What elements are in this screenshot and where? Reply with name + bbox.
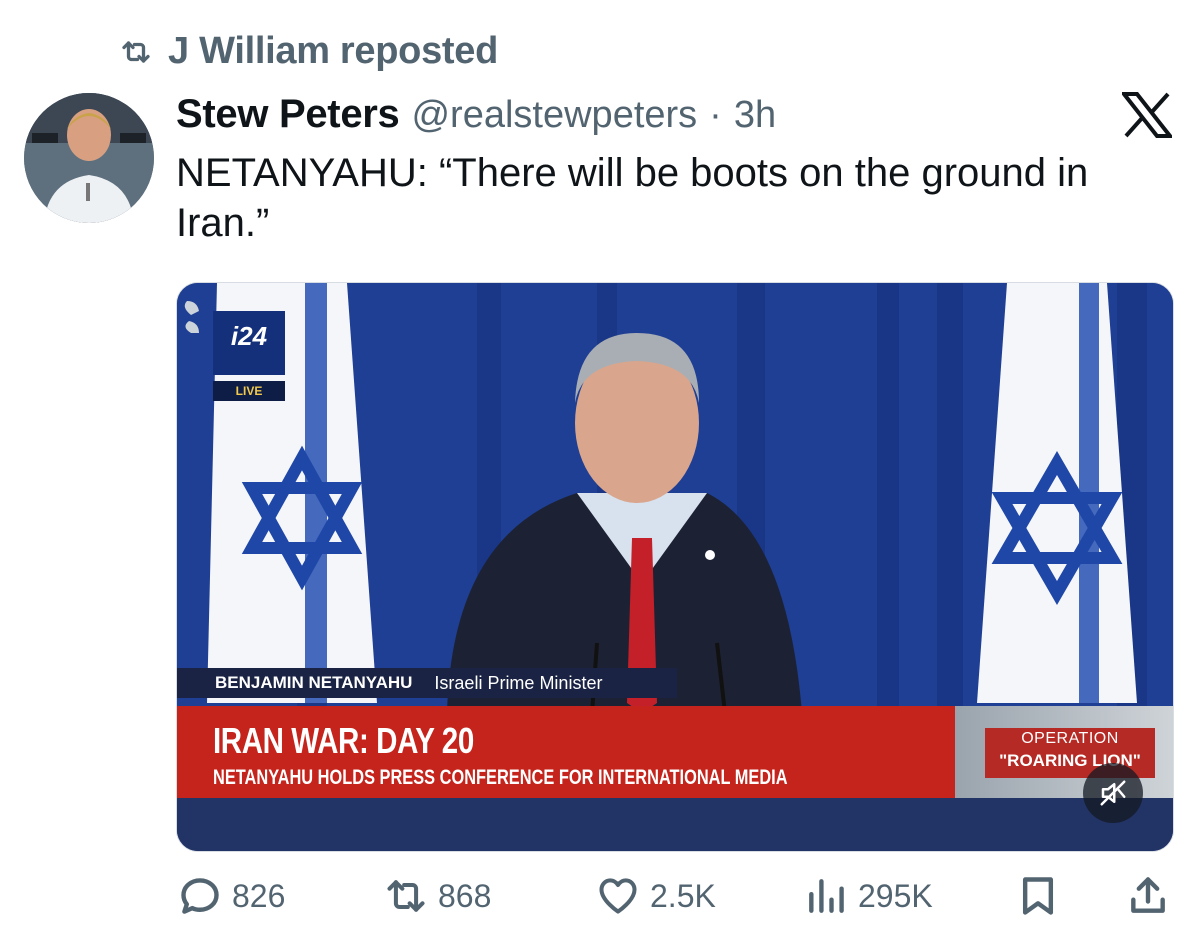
- mute-button[interactable]: [1083, 763, 1143, 823]
- bookmark-icon: [1022, 877, 1054, 915]
- repost-count: 868: [438, 877, 492, 914]
- repost-indicator[interactable]: J William reposted: [114, 30, 498, 73]
- live-badge: LIVE: [213, 381, 285, 401]
- share-icon: [1131, 877, 1165, 913]
- like-button[interactable]: 2.5K: [596, 874, 716, 918]
- repost-label: J William reposted: [168, 30, 499, 72]
- tweet-header: Stew Peters @realstewpeters · 3h: [176, 92, 776, 137]
- video-player[interactable]: i24 LIVE BENJAMIN NETANYAHU Israeli Prim…: [176, 282, 1174, 852]
- views-button[interactable]: 295K: [804, 874, 933, 918]
- repost-icon: [122, 40, 150, 63]
- timestamp[interactable]: 3h: [734, 94, 776, 137]
- reply-count: 826: [232, 877, 286, 914]
- speaker-title: Israeli Prime Minister: [434, 672, 603, 693]
- repost-button[interactable]: 868: [384, 874, 491, 918]
- views-count: 295K: [858, 877, 933, 914]
- avatar[interactable]: [24, 93, 154, 223]
- tweet-text: NETANYAHU: “There will be boots on the g…: [176, 151, 1089, 245]
- operation-line1: OPERATION: [1021, 730, 1119, 747]
- heart-icon: [599, 878, 637, 914]
- news-subheadline: NETANYAHU HOLDS PRESS CONFERENCE FOR INT…: [213, 766, 788, 789]
- speaker-name: BENJAMIN NETANYAHU: [215, 673, 413, 692]
- reply-button[interactable]: 826: [178, 874, 285, 918]
- ticker-band: [177, 798, 1173, 851]
- bookmark-button[interactable]: [1016, 874, 1060, 918]
- muted-speaker-icon: [1100, 780, 1126, 806]
- separator-dot: ·: [709, 94, 722, 136]
- repost-icon: [387, 880, 425, 912]
- lower-third-name: BENJAMIN NETANYAHU Israeli Prime Ministe…: [177, 668, 677, 698]
- news-headline-bar: IRAN WAR: DAY 20 NETANYAHU HOLDS PRESS C…: [177, 706, 955, 798]
- reply-icon: [181, 878, 219, 914]
- author-handle[interactable]: @realstewpeters: [411, 94, 697, 137]
- channel-logo: i24: [213, 311, 285, 375]
- tweet-actions: 826 868 2.5K 295K: [178, 874, 1172, 930]
- author-name[interactable]: Stew Peters: [176, 92, 400, 137]
- like-count: 2.5K: [650, 877, 716, 914]
- news-headline: IRAN WAR: DAY 20: [213, 720, 474, 761]
- analytics-icon: [809, 879, 844, 913]
- x-logo-icon: [1122, 92, 1172, 138]
- share-button[interactable]: [1126, 874, 1170, 918]
